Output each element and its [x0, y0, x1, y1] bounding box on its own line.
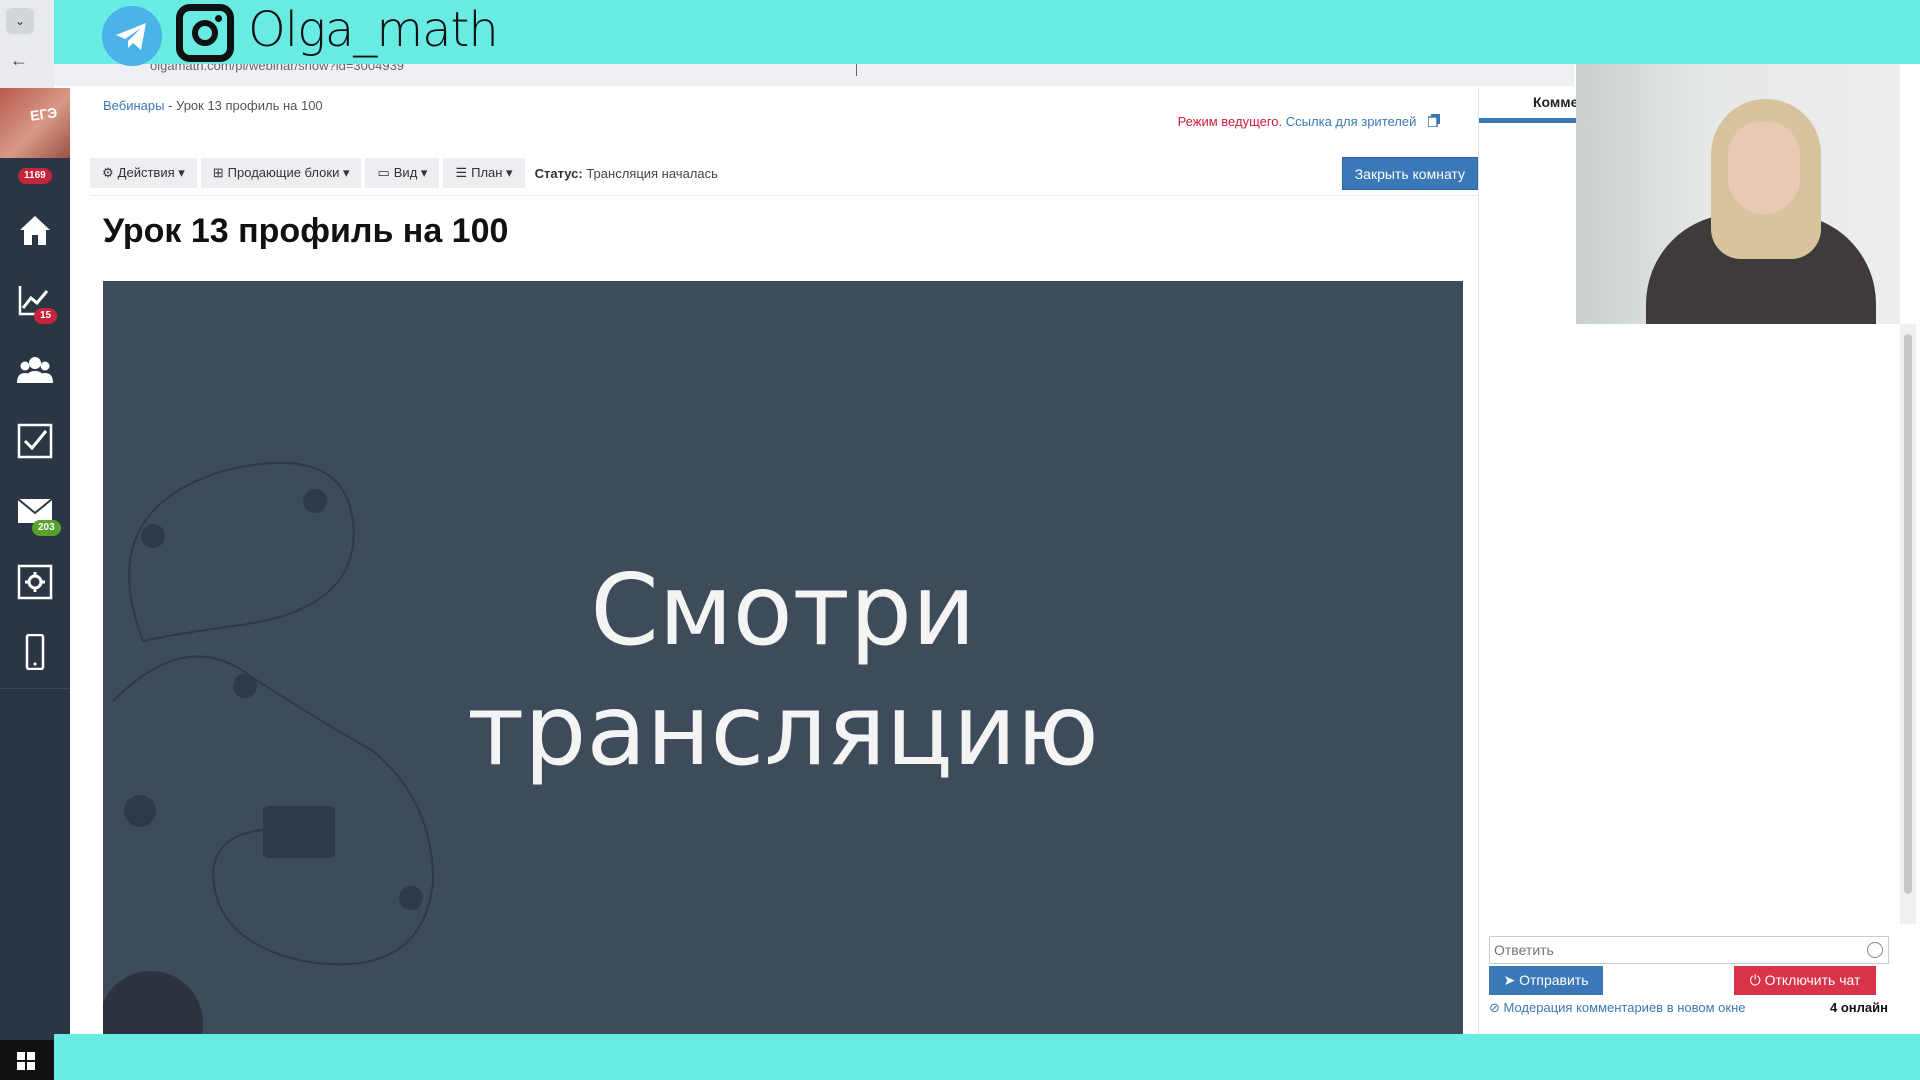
mobile-phone-icon[interactable]	[17, 633, 53, 671]
actions-label: Действия	[117, 165, 175, 180]
view-label: Вид	[393, 165, 418, 180]
back-arrow-icon[interactable]: ←	[10, 50, 28, 71]
status-label: Статус:	[534, 165, 583, 181]
browser-frame: ⌄ ←	[0, 0, 54, 88]
view-dropdown[interactable]: ▭ Вид ▾	[365, 158, 440, 188]
channel-handle: Olga_math	[248, 2, 499, 58]
gears-icon: ⚙	[102, 165, 114, 180]
users-icon[interactable]	[17, 353, 53, 389]
presenter-face	[1728, 122, 1800, 214]
breadcrumb-current: Урок 13 профиль на 100	[176, 98, 323, 113]
bottom-banner	[54, 1034, 1920, 1080]
status-value: Трансляция началась	[586, 165, 718, 181]
emoji-icon[interactable]	[1867, 942, 1883, 958]
comments-list[interactable]	[1479, 324, 1879, 914]
toolbar-divider	[90, 195, 1478, 196]
breadcrumb-separator: -	[164, 98, 177, 113]
monitor-icon: ▭	[377, 165, 390, 180]
stage-line-1: Смотри	[590, 554, 976, 668]
reply-input[interactable]	[1489, 936, 1889, 964]
breadcrumb-webinars-link[interactable]: Вебинары	[103, 98, 164, 113]
close-room-button[interactable]: Закрыть комнату	[1341, 157, 1478, 190]
ban-icon: ⊘	[1489, 1000, 1504, 1015]
telegram-icon	[102, 6, 162, 66]
selling-blocks-dropdown[interactable]: ⊞ Продающие блоки ▾	[200, 158, 362, 188]
home-icon[interactable]	[17, 212, 53, 248]
windows-start-icon[interactable]	[17, 1052, 35, 1070]
comments-tab-indicator	[1479, 118, 1577, 123]
online-count: 4 онлайн	[1830, 1000, 1888, 1015]
breadcrumb: Вебинары - Урок 13 профиль на 100	[103, 98, 323, 113]
instagram-icon	[176, 4, 234, 62]
messages-badge: 203	[32, 520, 61, 536]
text-cursor	[856, 64, 857, 76]
school-avatar[interactable]: ЕГЭ	[0, 88, 70, 158]
settings-gear-icon[interactable]	[17, 564, 53, 600]
webinar-main: Вебинары - Урок 13 профиль на 100 Режим …	[70, 88, 1478, 1034]
chat-scrollbar[interactable]	[1900, 324, 1916, 924]
plan-label: План	[471, 165, 503, 180]
social-banner: Olga_math	[54, 0, 1920, 66]
copy-icon[interactable]	[1427, 114, 1440, 128]
tab-search-dropdown[interactable]: ⌄	[6, 8, 34, 34]
grid-icon: ⊞	[212, 165, 224, 180]
selling-blocks-label: Продающие блоки	[227, 165, 340, 180]
actions-dropdown[interactable]: ⚙ Действия ▾	[90, 158, 197, 188]
room-title: Урок 13 профиль на 100	[103, 212, 509, 250]
sidebar-divider	[0, 688, 70, 689]
broadcast-stage[interactable]: Смотри трансляцию	[103, 281, 1463, 1034]
send-label: Отправить	[1519, 972, 1589, 988]
stats-badge: 15	[34, 308, 58, 324]
presenter-webcam	[1576, 64, 1900, 324]
tasks-checkbox-icon[interactable]	[17, 423, 53, 459]
broadcast-status: Статус: Трансляция началась	[535, 166, 718, 181]
power-icon: ⏻	[1749, 972, 1765, 988]
moderation-label: Модерация комментариев в новом окне	[1503, 1000, 1746, 1015]
notifications-badge: 1169	[18, 168, 52, 184]
host-mode-label: Режим ведущего.	[1177, 114, 1283, 129]
list-icon: ☰	[455, 165, 468, 180]
disable-chat-button[interactable]: ⏻ Отключить чат	[1734, 966, 1876, 995]
send-button[interactable]: ➤ Отправить	[1489, 966, 1603, 995]
app-sidebar: ЕГЭ 1169 15 203	[0, 88, 70, 1040]
disable-chat-label: Отключить чат	[1764, 972, 1861, 988]
viewer-link[interactable]: Ссылка для зрителей	[1286, 114, 1417, 129]
stage-line-2: трансляцию	[467, 674, 1099, 788]
plan-dropdown[interactable]: ☰ План ▾	[443, 158, 525, 188]
room-toolbar: ⚙ Действия ▾ ⊞ Продающие блоки ▾ ▭ Вид ▾ ☰ П…	[90, 158, 718, 188]
paper-plane-icon: ➤	[1503, 972, 1520, 988]
avatar-text: ЕГЭ	[29, 104, 59, 124]
moderation-link[interactable]: ⊘ Модерация комментариев в новом окне	[1489, 1000, 1746, 1016]
host-mode-line: Режим ведущего. Ссылка для зрителей	[1178, 114, 1440, 129]
